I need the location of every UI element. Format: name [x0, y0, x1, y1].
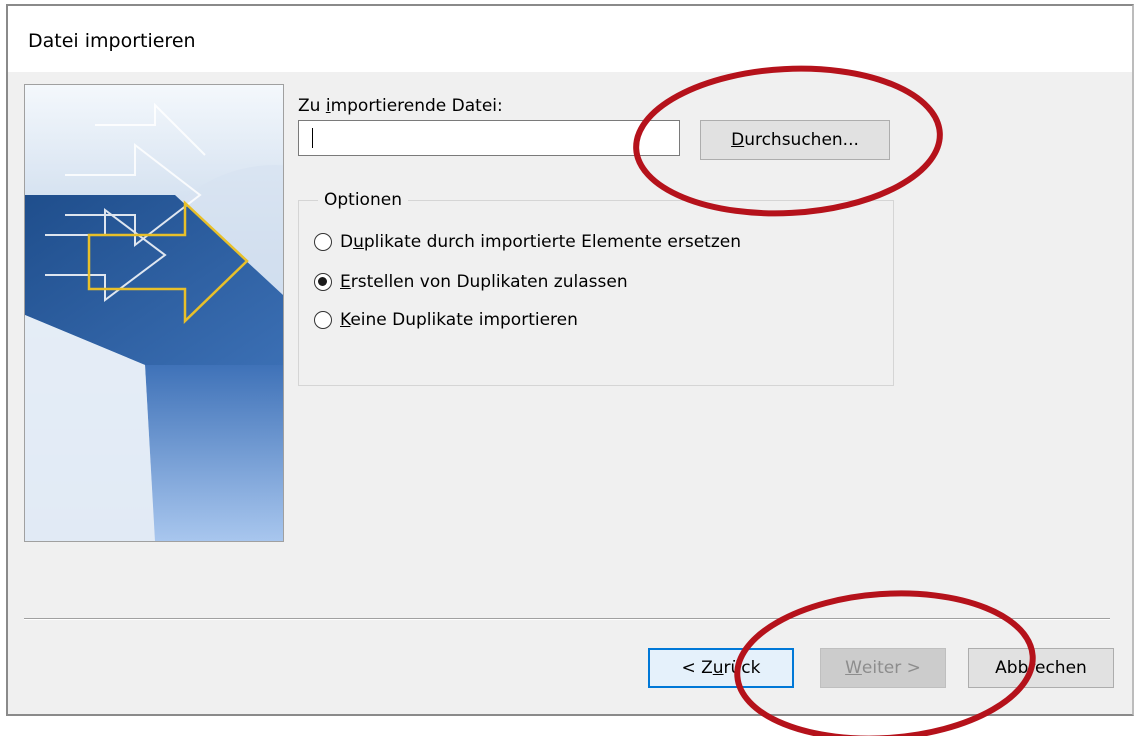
- radio-replace-duplicates[interactable]: Duplikate durch importierte Elemente ers…: [314, 232, 741, 252]
- radio-no-duplicates[interactable]: Keine Duplikate importieren: [314, 310, 578, 330]
- radio-label: Keine Duplikate importieren: [340, 310, 578, 330]
- back-button[interactable]: < Zu rück: [648, 648, 794, 688]
- radio-circle-icon[interactable]: [314, 311, 332, 329]
- radio-circle-icon[interactable]: [314, 233, 332, 251]
- file-path-input[interactable]: [298, 120, 680, 156]
- next-button[interactable]: Weiter >: [820, 648, 946, 688]
- file-to-import-label: Zu importierende Datei:: [298, 96, 503, 116]
- radio-label: Erstellen von Duplikaten zulassen: [340, 272, 628, 292]
- title-bar: Datei importieren: [8, 6, 1132, 72]
- text-caret: [312, 128, 313, 148]
- wizard-arrows-icon: [25, 85, 283, 541]
- options-groupbox: [298, 200, 894, 386]
- browse-button[interactable]: Durchsuchen...: [700, 120, 890, 160]
- wizard-banner-image: [24, 84, 284, 542]
- footer-divider: [24, 618, 1110, 620]
- window-title: Datei importieren: [28, 30, 196, 52]
- cancel-button[interactable]: Abbrechen: [968, 648, 1114, 688]
- radio-label: Duplikate durch importierte Elemente ers…: [340, 232, 741, 252]
- radio-allow-duplicates[interactable]: Erstellen von Duplikaten zulassen: [314, 272, 628, 292]
- options-legend: Optionen: [318, 190, 408, 210]
- radio-selected-icon[interactable]: [314, 273, 332, 291]
